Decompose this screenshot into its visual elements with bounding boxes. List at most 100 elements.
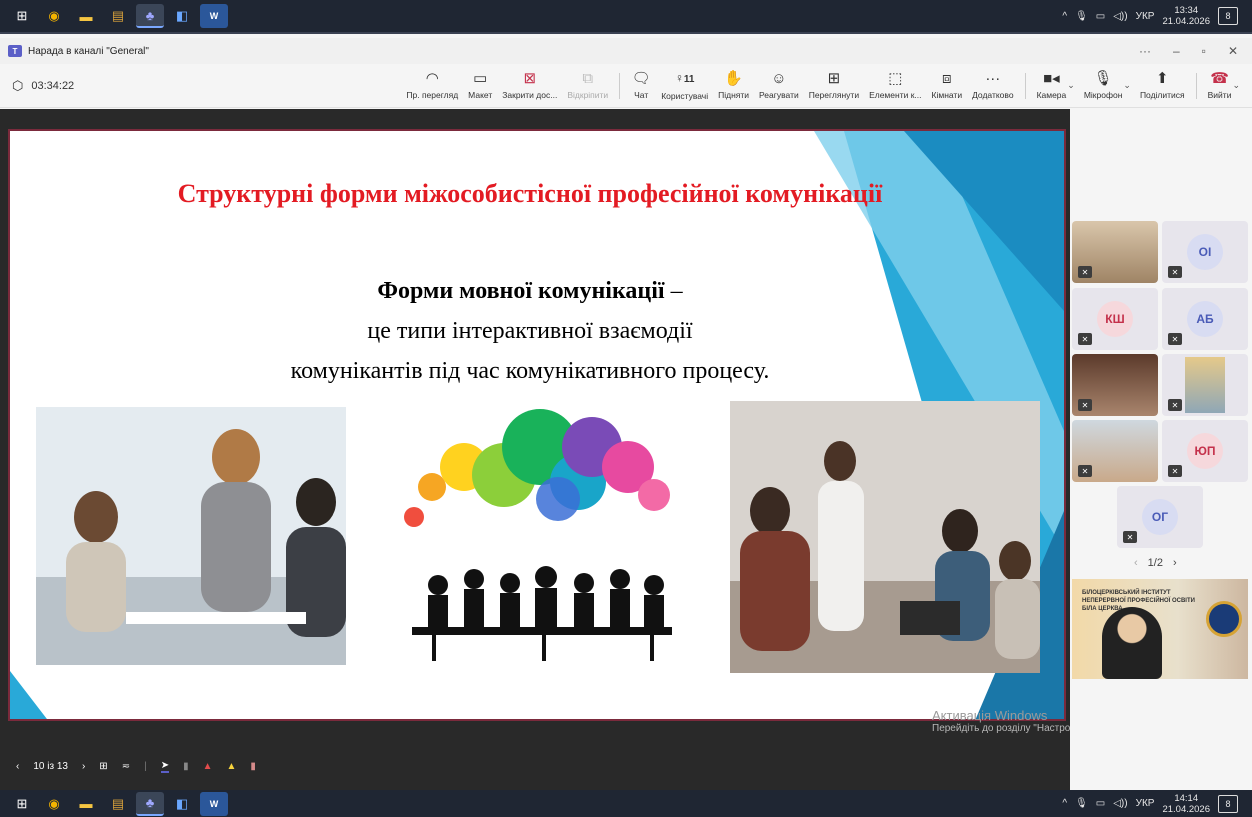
language-indicator[interactable]: УКР — [1136, 798, 1155, 809]
slide-title: Структурні форми міжособистісної професі… — [177, 179, 883, 208]
eraser-icon[interactable]: ▮ — [250, 761, 256, 772]
mic-icon: 🎙 — [1093, 70, 1113, 87]
layout-button[interactable]: ▭ Макет — [463, 66, 497, 106]
view-button[interactable]: ⊞ Переглянути — [804, 66, 864, 106]
participant-tile[interactable]: ✕ — [1072, 354, 1158, 416]
restore-icon[interactable]: ▫ — [1202, 44, 1206, 58]
language-indicator[interactable]: УКР — [1136, 11, 1155, 22]
react-label: Реагувати — [759, 90, 799, 100]
eye-icon: ◠ — [425, 70, 439, 87]
clock[interactable]: 14:14 21.04.2026 — [1162, 793, 1210, 815]
participant-tile[interactable]: АБ ✕ — [1162, 288, 1248, 350]
app-icon[interactable]: ◧ — [168, 792, 196, 816]
participant-tile[interactable]: ОІ ✕ — [1162, 221, 1248, 283]
windows-start-icon[interactable]: ⊞ — [8, 792, 36, 816]
people-label: Користувачі — [661, 91, 709, 101]
pager-prev-icon[interactable]: ‹ — [1134, 557, 1138, 569]
unpin-button[interactable]: ⧉ Відкріпити — [562, 66, 613, 106]
raise-hand-button[interactable]: ✋ Підняти — [713, 66, 754, 106]
meeting-timer: ⬡ 03:34:22 — [0, 78, 74, 94]
highlighter-icon[interactable]: ▲ — [227, 761, 237, 772]
rooms-button[interactable]: ⧈ Кімнати — [927, 66, 968, 106]
chrome-icon[interactable]: ◉ — [40, 4, 68, 28]
slide-counter: 10 із 13 — [33, 761, 68, 772]
presentation-controls: ‹ 10 із 13 › ⊞ ≂ | ➤ ▮ ▲ ▲ ▮ — [0, 743, 1070, 790]
pager-next-icon[interactable]: › — [1173, 557, 1177, 569]
participants-panel: ✕ ОІ ✕ КШ ✕ АБ ✕ ✕ ✕ ✕ ЮП ✕ ОГ ✕ ‹ 1/2 ›… — [1070, 109, 1252, 790]
institute-seal-icon — [1206, 601, 1242, 637]
layout-label: Макет — [468, 90, 493, 100]
camera-label: Камера — [1036, 90, 1067, 100]
leave-chevron-icon[interactable]: ⌄ — [1232, 80, 1240, 91]
stop-sharing-label: Закрити дос... — [502, 90, 558, 100]
slide-dash: – — [664, 278, 683, 304]
participant-tile[interactable]: ✕ — [1072, 420, 1158, 482]
react-button[interactable]: ☺ Реагувати — [754, 66, 804, 106]
pen-red-icon[interactable]: ▲ — [203, 761, 213, 772]
volume-icon[interactable]: ◁)) — [1113, 798, 1127, 809]
tray-mic-icon: 🎙 — [1075, 798, 1088, 809]
grid-view-icon[interactable]: ⊞ — [99, 761, 107, 772]
app-icon[interactable]: ◧ — [168, 4, 196, 28]
settings-sliders-icon[interactable]: ≂ — [122, 761, 130, 772]
chat-button[interactable]: 🗨 Чат — [626, 66, 656, 106]
muted-mic-icon: ✕ — [1168, 465, 1182, 477]
network-icon[interactable]: ▭ — [1096, 11, 1105, 22]
share-icon: ⬆ — [1156, 70, 1169, 87]
word-icon[interactable]: W — [200, 4, 228, 28]
file-explorer-icon[interactable]: ▬ — [72, 792, 100, 816]
minimize-icon[interactable]: – — [1173, 44, 1180, 58]
office-meeting-image — [36, 407, 346, 665]
library-icon[interactable]: ▤ — [104, 792, 132, 816]
file-explorer-icon[interactable]: ▬ — [72, 4, 100, 28]
participant-tile[interactable]: КШ ✕ — [1072, 288, 1158, 350]
more-options-icon[interactable]: ··· — [1139, 44, 1151, 58]
hand-icon: ✋ — [724, 70, 743, 87]
camera-chevron-icon[interactable]: ⌄ — [1067, 80, 1075, 91]
clock[interactable]: 13:34 21.04.2026 — [1162, 5, 1210, 27]
participant-tile[interactable]: ✕ — [1072, 221, 1158, 283]
participant-tile[interactable]: ОГ ✕ — [1117, 486, 1203, 548]
more-button[interactable]: ··· Додатково — [967, 66, 1018, 106]
tray-chevron-icon[interactable]: ^ — [1062, 798, 1067, 809]
slide-term: Форми мовної комунікації — [377, 278, 665, 304]
notification-icon[interactable]: 8 — [1218, 794, 1238, 813]
toolbar-divider — [1024, 72, 1026, 99]
stop-sharing-button[interactable]: ⊠ Закрити дос... — [497, 66, 562, 106]
people-button[interactable]: ♀11 Користувачі — [656, 66, 713, 106]
rooms-label: Кімнати — [931, 90, 963, 100]
teams-icon[interactable]: ♣ — [136, 791, 164, 816]
camera-button[interactable]: ■◂ Камера — [1032, 66, 1072, 106]
close-icon[interactable]: ✕ — [1228, 44, 1238, 58]
volume-icon[interactable]: ◁)) — [1113, 11, 1127, 22]
previous-slide-icon[interactable]: ‹ — [16, 761, 19, 772]
apps-icon: ⬚ — [888, 70, 903, 87]
participant-tile[interactable]: ЮП ✕ — [1162, 420, 1248, 482]
layout-icon: ▭ — [473, 70, 488, 87]
muted-mic-icon: ✕ — [1078, 266, 1092, 278]
apps-button[interactable]: ⬚ Елементи к... — [864, 66, 926, 106]
notification-icon[interactable]: 8 — [1218, 7, 1238, 25]
window-titlebar: T Нарада в каналі "General" ··· – ▫ ✕ — [0, 38, 1252, 64]
view-label: Переглянути — [808, 90, 860, 100]
chrome-icon[interactable]: ◉ — [40, 792, 68, 816]
share-button[interactable]: ⬆ Поділитися — [1135, 66, 1190, 106]
controls-divider: | — [144, 761, 147, 772]
presenter-video[interactable]: БІЛОЦЕРКІВСЬКИЙ ІНСТИТУТ НЕПЕРЕРВНОЇ ПРО… — [1072, 579, 1248, 679]
leave-button[interactable]: ☎ Вийти — [1203, 66, 1237, 106]
pen-black-icon[interactable]: ▮ — [183, 761, 189, 772]
next-slide-icon[interactable]: › — [82, 761, 85, 772]
participant-tile[interactable]: ✕ — [1162, 354, 1248, 416]
pointer-icon[interactable]: ➤ — [160, 760, 170, 773]
muted-mic-icon: ✕ — [1123, 531, 1137, 543]
microphone-chevron-icon[interactable]: ⌄ — [1123, 80, 1131, 91]
muted-mic-icon: ✕ — [1168, 333, 1182, 345]
preview-button[interactable]: ◠ Пр. перегляд — [401, 66, 463, 106]
tray-chevron-icon[interactable]: ^ — [1062, 11, 1067, 22]
teams-icon[interactable]: ♣ — [136, 4, 164, 28]
network-icon[interactable]: ▭ — [1096, 798, 1105, 809]
word-icon[interactable]: W — [200, 791, 228, 816]
microphone-button[interactable]: 🎙 Мікрофон — [1079, 66, 1128, 106]
windows-start-icon[interactable]: ⊞ — [8, 4, 36, 28]
library-icon[interactable]: ▤ — [104, 4, 132, 28]
